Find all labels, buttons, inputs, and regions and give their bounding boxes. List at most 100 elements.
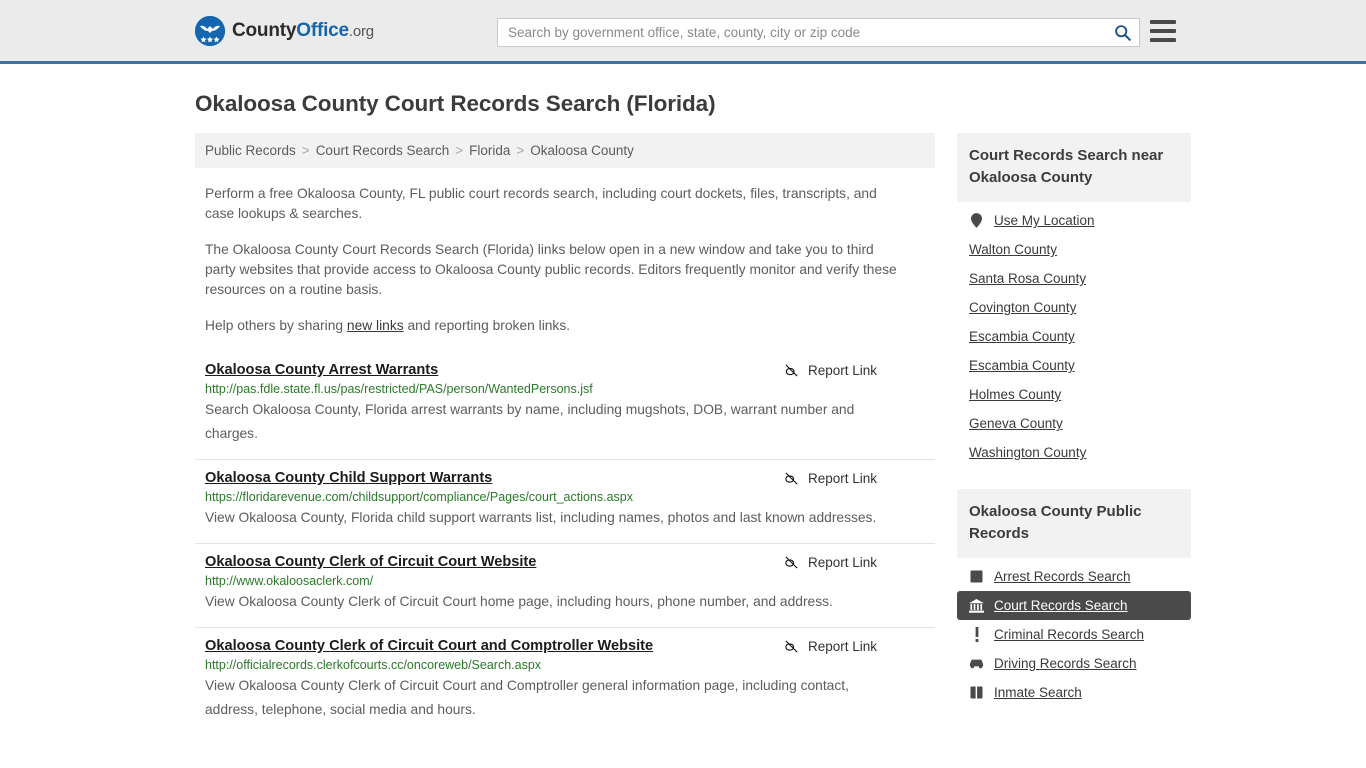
report-link-button[interactable]: Report Link: [784, 363, 877, 378]
sidebar-nearby-box: Court Records Search near Okaloosa Count…: [957, 133, 1191, 467]
brand-part-county: County: [232, 19, 297, 41]
report-link-label: Report Link: [807, 471, 877, 486]
site-logo[interactable]: CountyOffice.org: [195, 15, 374, 46]
sidebar-item-holmes-county[interactable]: Holmes County: [957, 380, 1191, 409]
result-item: Okaloosa County Child Support Warrants R…: [195, 459, 935, 543]
result-description: View Okaloosa County, Florida child supp…: [205, 510, 877, 525]
result-header: Okaloosa County Clerk of Circuit Court W…: [205, 554, 935, 570]
sidebar-nearby-link-3[interactable]: Covington County: [969, 300, 1076, 315]
sidebar-item-inmate-search[interactable]: Inmate Search: [957, 678, 1191, 707]
sidebar-nearby-list: Use My Location Walton County Santa Rosa…: [957, 202, 1191, 467]
intro-p3-before: Help others by sharing: [205, 318, 347, 333]
sidebar-nearby-link-4[interactable]: Escambia County: [969, 329, 1075, 344]
result-item: Okaloosa County Clerk of Circuit Court W…: [195, 543, 935, 627]
sidebar-item-criminal-records-search[interactable]: Criminal Records Search: [957, 620, 1191, 649]
breadcrumb-item-2[interactable]: Florida: [469, 143, 510, 158]
sidebar-item-use-my-location[interactable]: Use My Location: [957, 206, 1191, 235]
sidebar-nearby-link-0[interactable]: Use My Location: [994, 213, 1095, 228]
result-description: Search Okaloosa County, Florida arrest w…: [205, 402, 855, 441]
courthouse-icon: [969, 598, 984, 613]
hamburger-bar-1: [1150, 20, 1176, 24]
fingerprint-icon: [969, 569, 984, 584]
sidebar-item-arrest-records-search[interactable]: Arrest Records Search: [957, 562, 1191, 591]
sidebar-pr-link-0[interactable]: Arrest Records Search: [994, 569, 1131, 584]
sidebar-pr-link-4[interactable]: Inmate Search: [994, 685, 1082, 700]
report-link-label: Report Link: [807, 639, 877, 654]
result-description: View Okaloosa County Clerk of Circuit Co…: [205, 594, 833, 609]
map-pin-icon: [969, 213, 984, 228]
intro-text: Perform a free Okaloosa County, FL publi…: [195, 184, 935, 336]
search-bar[interactable]: [497, 18, 1140, 47]
page-title: Okaloosa County Court Records Search (Fl…: [195, 91, 716, 116]
broken-link-icon: [785, 364, 798, 377]
broken-link-icon: [785, 556, 798, 569]
breadcrumb-separator: >: [455, 143, 464, 158]
sidebar-item-washington-county[interactable]: Washington County: [957, 438, 1191, 467]
breadcrumb-item-1[interactable]: Court Records Search: [316, 143, 450, 158]
sidebar-item-geneva-county[interactable]: Geneva County: [957, 409, 1191, 438]
sidebar-pr-link-2[interactable]: Criminal Records Search: [994, 627, 1144, 642]
sidebar: Court Records Search near Okaloosa Count…: [957, 133, 1191, 735]
intro-paragraph-1: Perform a free Okaloosa County, FL publi…: [205, 186, 877, 221]
sidebar-nearby-link-6[interactable]: Holmes County: [969, 387, 1061, 402]
report-link-button[interactable]: Report Link: [784, 471, 877, 486]
report-link-button[interactable]: Report Link: [784, 639, 877, 654]
sidebar-nearby-link-2[interactable]: Santa Rosa County: [969, 271, 1086, 286]
result-url: https://floridarevenue.com/childsupport/…: [205, 490, 634, 504]
report-link-button[interactable]: Report Link: [784, 555, 877, 570]
result-url: http://www.okaloosaclerk.com/: [205, 574, 374, 588]
broken-link-icon: [785, 472, 798, 485]
breadcrumb-item-3[interactable]: Okaloosa County: [530, 143, 634, 158]
sidebar-nearby-heading: Court Records Search near Okaloosa Count…: [957, 133, 1191, 202]
result-title-link[interactable]: Okaloosa County Clerk of Circuit Court a…: [205, 638, 653, 654]
new-links-link[interactable]: new links: [347, 318, 404, 333]
search-icon: [1114, 25, 1131, 41]
sidebar-pr-link-1[interactable]: Court Records Search: [994, 598, 1128, 613]
exclamation-icon: [969, 627, 984, 642]
intro-paragraph-2: The Okaloosa County Court Records Search…: [205, 242, 897, 297]
breadcrumb-separator: >: [516, 143, 525, 158]
result-item: Okaloosa County Clerk of Circuit Court a…: [195, 627, 935, 735]
county-office-eagle-icon: [195, 15, 225, 46]
sidebar-item-santa-rosa-county[interactable]: Santa Rosa County: [957, 264, 1191, 293]
page-container: Okaloosa County Court Records Search (Fl…: [0, 91, 1366, 735]
main-column: Public Records > Court Records Search > …: [195, 133, 935, 735]
sidebar-pr-link-3[interactable]: Driving Records Search: [994, 656, 1137, 671]
breadcrumb: Public Records > Court Records Search > …: [195, 133, 935, 168]
sidebar-nearby-link-1[interactable]: Walton County: [969, 242, 1057, 257]
sidebar-nearby-link-5[interactable]: Escambia County: [969, 358, 1075, 373]
sidebar-item-walton-county[interactable]: Walton County: [957, 235, 1191, 264]
intro-p3-after: and reporting broken links.: [403, 318, 571, 333]
sidebar-item-escambia-county-1[interactable]: Escambia County: [957, 322, 1191, 351]
hamburger-bar-3: [1150, 38, 1176, 42]
report-link-label: Report Link: [807, 555, 877, 570]
sidebar-item-escambia-county-2[interactable]: Escambia County: [957, 351, 1191, 380]
result-title-link[interactable]: Okaloosa County Arrest Warrants: [205, 362, 438, 378]
intro-paragraph-3: Help others by sharing new links and rep…: [205, 316, 905, 336]
sidebar-nearby-link-7[interactable]: Geneva County: [969, 416, 1063, 431]
result-description: View Okaloosa County Clerk of Circuit Co…: [205, 678, 849, 717]
site-header: CountyOffice.org: [0, 0, 1366, 64]
result-url: http://officialrecords.clerkofcourts.cc/…: [205, 658, 542, 672]
result-title-link[interactable]: Okaloosa County Clerk of Circuit Court W…: [205, 554, 536, 570]
search-button[interactable]: [1105, 19, 1139, 46]
broken-link-icon: [785, 640, 798, 653]
result-title-link[interactable]: Okaloosa County Child Support Warrants: [205, 470, 492, 486]
search-input[interactable]: [498, 19, 1105, 46]
report-link-label: Report Link: [807, 363, 877, 378]
content-row: Public Records > Court Records Search > …: [195, 133, 1191, 735]
breadcrumb-item-0[interactable]: Public Records: [205, 143, 296, 158]
result-header: Okaloosa County Child Support Warrants R…: [205, 470, 935, 486]
sidebar-item-driving-records-search[interactable]: Driving Records Search: [957, 649, 1191, 678]
sidebar-item-covington-county[interactable]: Covington County: [957, 293, 1191, 322]
result-url: http://pas.fdle.state.fl.us/pas/restrict…: [205, 382, 593, 396]
hamburger-menu-icon[interactable]: [1150, 20, 1176, 42]
hamburger-bar-2: [1150, 29, 1176, 33]
jail-icon: [969, 685, 984, 700]
car-icon: [969, 656, 984, 671]
result-header: Okaloosa County Clerk of Circuit Court a…: [205, 638, 935, 654]
breadcrumb-separator: >: [301, 143, 310, 158]
sidebar-nearby-link-8[interactable]: Washington County: [969, 445, 1086, 460]
sidebar-public-records-heading: Okaloosa County Public Records: [957, 489, 1191, 558]
sidebar-item-court-records-search[interactable]: Court Records Search: [957, 591, 1191, 620]
